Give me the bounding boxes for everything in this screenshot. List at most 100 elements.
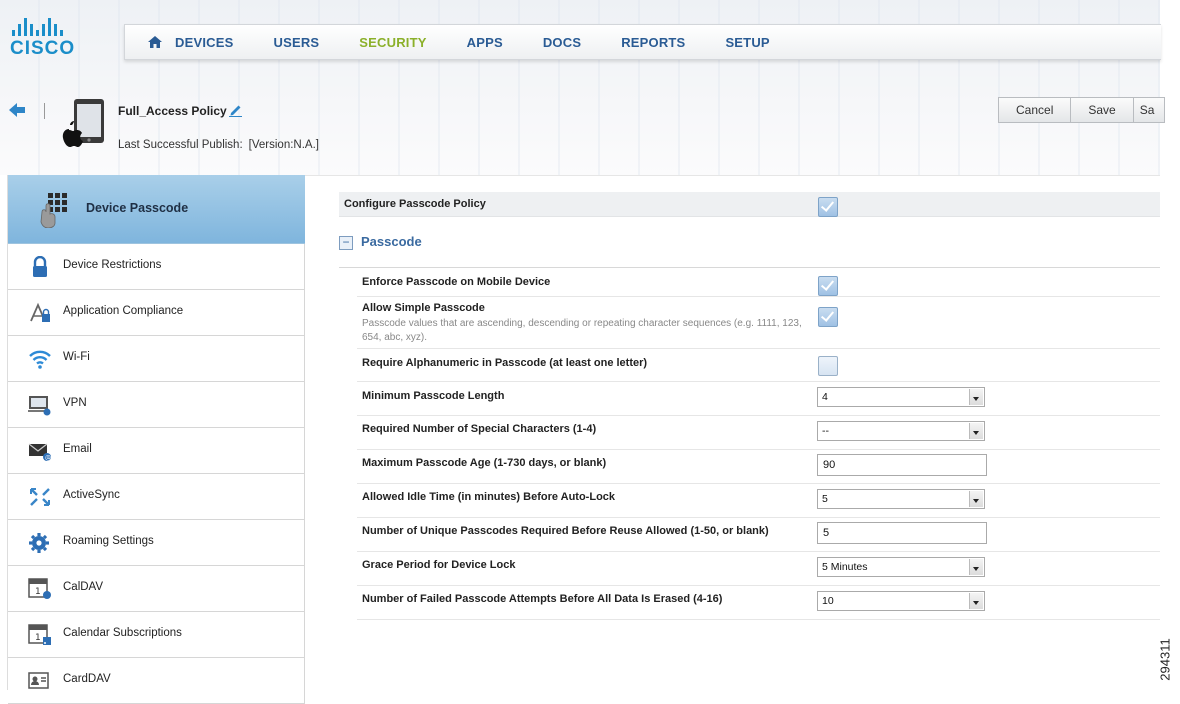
failed-attempts-value: 10 — [822, 595, 834, 607]
require-alphanumeric-row: Require Alphanumeric in Passcode (at lea… — [357, 348, 1160, 382]
require-alphanumeric-checkbox[interactable] — [818, 356, 838, 376]
sidebar-item-roaming-settings[interactable]: Roaming Settings — [8, 520, 305, 566]
header-divider — [44, 103, 45, 119]
logo-bars — [10, 16, 82, 36]
sidebar-item-label: Wi-Fi — [63, 351, 90, 363]
sidebar-item-application-compliance[interactable]: Application Compliance — [8, 290, 305, 336]
allow-simple-passcode-checkbox[interactable] — [818, 307, 838, 327]
unique-passcodes-row: Number of Unique Passcodes Required Befo… — [357, 517, 1160, 552]
enforce-passcode-label: Enforce Passcode on Mobile Device — [362, 276, 551, 288]
special-characters-value: -- — [822, 425, 829, 437]
policy-title: Full_Access Policy — [118, 103, 243, 118]
failed-attempts-row: Number of Failed Passcode Attempts Befor… — [357, 585, 1160, 620]
allow-simple-passcode-description: Passcode values that are ascending, desc… — [362, 318, 802, 343]
configure-policy-row: Configure Passcode Policy — [339, 192, 1160, 217]
sidebar-item-vpn[interactable]: VPN — [8, 382, 305, 428]
minimum-length-select[interactable]: 4 — [817, 387, 985, 407]
svg-text:1: 1 — [35, 587, 41, 597]
sidebar-item-label: Calendar Subscriptions — [63, 627, 182, 639]
dropdown-arrow-icon — [969, 593, 983, 609]
grace-period-select[interactable]: 5 Minutes — [817, 557, 985, 577]
maximum-age-input[interactable]: 90 — [817, 454, 987, 476]
sidebar-item-label: CalDAV — [63, 581, 104, 593]
sidebar-item-label: Roaming Settings — [63, 535, 154, 547]
special-characters-row: Required Number of Special Characters (1… — [357, 415, 1160, 450]
action-buttons: Cancel Save Sa — [998, 97, 1165, 123]
email-icon: @ — [28, 443, 51, 462]
back-arrow-icon[interactable] — [8, 100, 26, 120]
section-title: Passcode — [361, 234, 422, 249]
sidebar-item-device-restrictions[interactable]: Device Restrictions — [8, 244, 305, 290]
svg-text:@: @ — [45, 455, 51, 462]
publish-label: Last Successful Publish: — [118, 139, 243, 151]
svg-text:1: 1 — [35, 633, 41, 643]
grace-period-row: Grace Period for Device Lock 5 Minutes — [357, 551, 1160, 586]
dropdown-arrow-icon — [969, 491, 983, 507]
dropdown-arrow-icon — [969, 559, 983, 575]
vpn-icon — [28, 396, 51, 416]
keypad-icon — [40, 193, 67, 228]
nav-docs[interactable]: DOCS — [543, 35, 581, 50]
nav-security[interactable]: SECURITY — [359, 35, 426, 50]
wifi-icon — [29, 350, 51, 369]
require-alphanumeric-label: Require Alphanumeric in Passcode (at lea… — [362, 357, 648, 369]
enforce-passcode-row: Enforce Passcode on Mobile Device — [357, 268, 1160, 297]
cancel-button[interactable]: Cancel — [998, 97, 1072, 123]
save-publish-button[interactable]: Sa — [1132, 97, 1165, 123]
publish-version: [Version:N.A.] — [248, 139, 319, 151]
sidebar-item-device-passcode[interactable]: Device Passcode — [8, 175, 305, 244]
sidebar-item-carddav[interactable]: CardDAV — [8, 658, 305, 704]
sidebar-item-label: Application Compliance — [63, 305, 184, 317]
idle-time-row: Allowed Idle Time (in minutes) Before Au… — [357, 483, 1160, 518]
special-characters-select[interactable]: -- — [817, 421, 985, 441]
home-icon[interactable] — [147, 35, 163, 49]
sidebar-item-calendar-subscriptions[interactable]: 1 Calendar Subscriptions — [8, 612, 305, 658]
grace-period-label: Grace Period for Device Lock — [362, 559, 516, 571]
collapse-minus-icon[interactable]: − — [339, 236, 353, 250]
top-nav: DEVICES USERS SECURITY APPS DOCS REPORTS… — [124, 24, 1161, 60]
calendar-rss-icon: 1 — [28, 624, 51, 645]
sidebar-item-activesync[interactable]: ActiveSync — [8, 474, 305, 520]
nav-setup[interactable]: SETUP — [725, 35, 769, 50]
configure-policy-label: Configure Passcode Policy — [344, 198, 486, 210]
policy-sidebar: Device Passcode Device Restrictions Appl… — [7, 175, 305, 704]
sidebar-item-wifi[interactable]: Wi-Fi — [8, 336, 305, 382]
maximum-age-row: Maximum Passcode Age (1-730 days, or bla… — [357, 449, 1160, 484]
allow-simple-passcode-row: Allow Simple Passcode Passcode values th… — [357, 296, 1160, 349]
figure-number: 294311 — [1158, 632, 1180, 688]
sidebar-item-label: VPN — [63, 397, 87, 409]
minimum-length-row: Minimum Passcode Length 4 — [357, 381, 1160, 416]
sidebar-item-email[interactable]: @ Email — [8, 428, 305, 474]
sidebar-item-caldav[interactable]: 1 CalDAV — [8, 566, 305, 612]
allow-simple-passcode-label: Allow Simple Passcode — [362, 302, 485, 314]
ios-device-icon — [62, 99, 104, 147]
idle-time-select[interactable]: 5 — [817, 489, 985, 509]
unique-passcodes-label: Number of Unique Passcodes Required Befo… — [362, 525, 769, 537]
app-lock-icon — [30, 302, 50, 322]
maximum-age-label: Maximum Passcode Age (1-730 days, or bla… — [362, 457, 607, 469]
edit-pencil-icon[interactable] — [228, 103, 243, 117]
save-button[interactable]: Save — [1070, 97, 1134, 123]
minimum-length-label: Minimum Passcode Length — [362, 390, 505, 402]
configure-policy-checkbox[interactable] — [818, 197, 838, 217]
dropdown-arrow-icon — [969, 389, 983, 405]
dropdown-arrow-icon — [969, 423, 983, 439]
idle-time-label: Allowed Idle Time (in minutes) Before Au… — [362, 491, 616, 503]
nav-users[interactable]: USERS — [273, 35, 319, 50]
minimum-length-value: 4 — [822, 391, 828, 403]
idle-time-value: 5 — [822, 493, 828, 505]
sidebar-item-label: Device Passcode — [86, 201, 189, 215]
logo-text: CISCO — [10, 38, 76, 59]
grace-period-value: 5 Minutes — [822, 561, 868, 573]
sidebar-item-label: CardDAV — [63, 673, 111, 685]
calendar-icon: 1 — [28, 578, 51, 599]
nav-devices[interactable]: DEVICES — [175, 35, 233, 50]
nav-apps[interactable]: APPS — [467, 35, 503, 50]
gear-icon — [29, 533, 49, 553]
sidebar-item-label: Email — [63, 443, 92, 455]
lock-icon — [33, 256, 47, 277]
failed-attempts-select[interactable]: 10 — [817, 591, 985, 611]
unique-passcodes-input[interactable]: 5 — [817, 522, 987, 544]
nav-reports[interactable]: REPORTS — [621, 35, 685, 50]
enforce-passcode-checkbox[interactable] — [818, 276, 838, 296]
